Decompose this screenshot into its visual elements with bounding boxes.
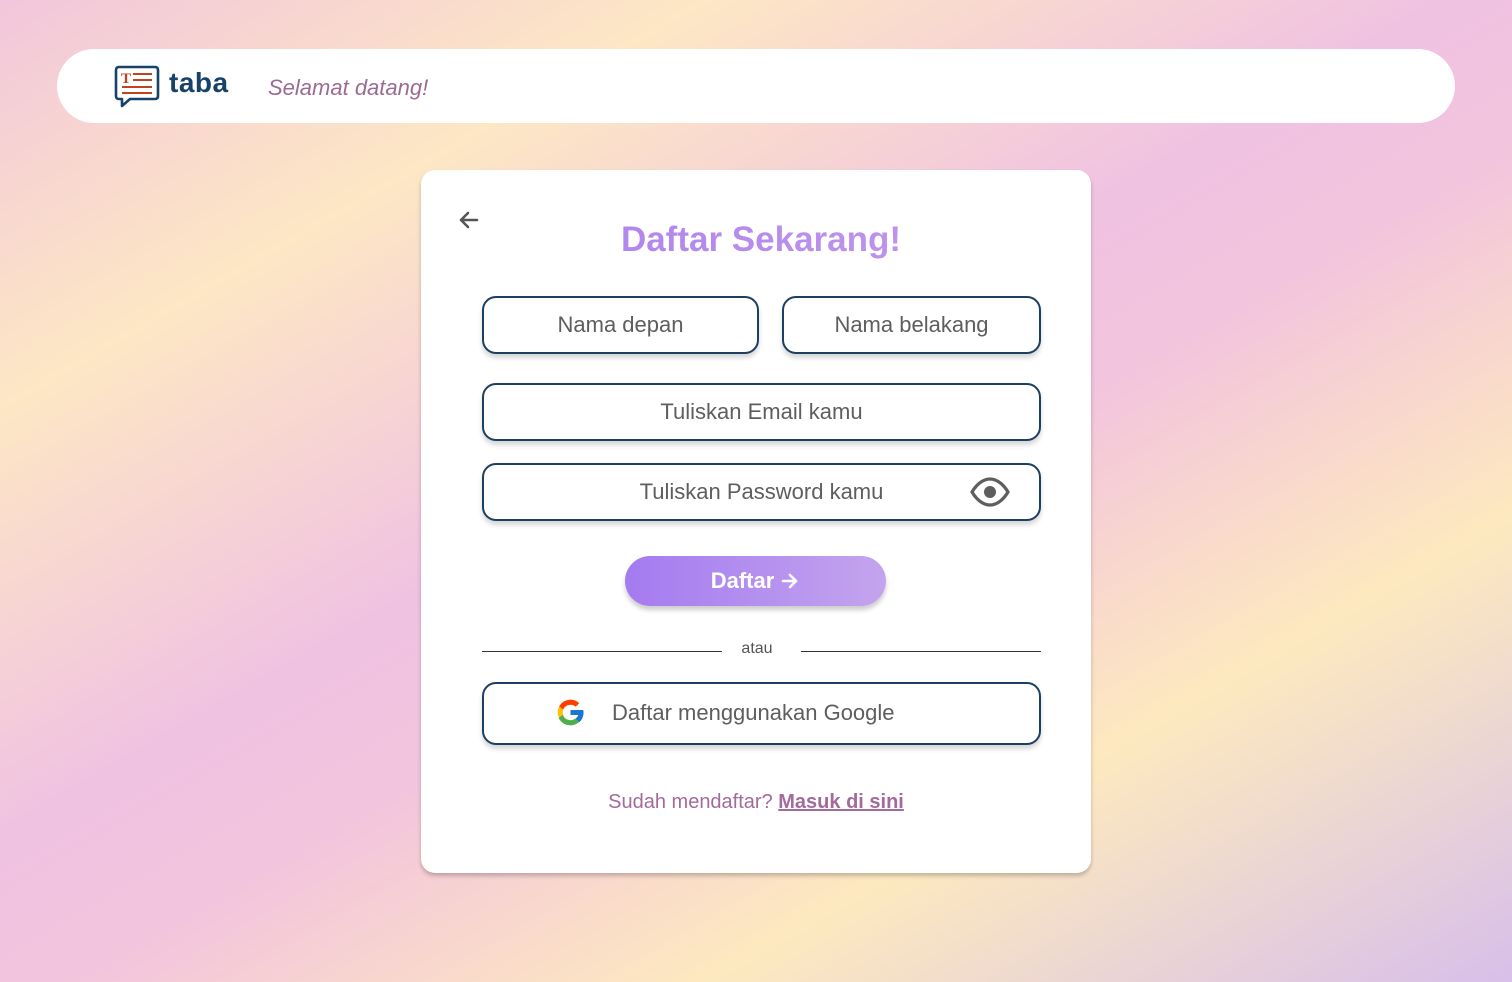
brand-name[interactable]: taba [169, 67, 229, 99]
login-prompt-text: Sudah mendaftar? [608, 791, 773, 813]
taba-logo-icon[interactable]: T [114, 63, 160, 109]
login-prompt: Sudah mendaftar? Masuk di sini [421, 791, 1091, 814]
register-button[interactable]: Daftar [625, 556, 886, 606]
divider-right [801, 651, 1041, 652]
top-header-bar: T taba Selamat datang! [57, 49, 1455, 123]
divider-text: atau [741, 640, 773, 657]
page-title: Daftar Sekarang! [421, 220, 1101, 260]
email-input[interactable] [482, 383, 1041, 441]
first-name-input[interactable] [482, 296, 759, 354]
password-input[interactable] [482, 463, 1041, 521]
divider-left [482, 651, 722, 652]
register-button-label: Daftar [710, 568, 775, 593]
register-card: Daftar Sekarang! Daftar atau Daftar meng… [421, 170, 1091, 873]
google-icon [557, 699, 584, 726]
login-link[interactable]: Masuk di sini [778, 791, 904, 813]
arrow-right-icon [781, 573, 798, 589]
welcome-text: Selamat datang! [268, 75, 429, 100]
google-button-label: Daftar menggunakan Google [612, 700, 895, 725]
svg-text:T: T [121, 71, 131, 87]
eye-icon[interactable] [969, 476, 1011, 508]
last-name-input[interactable] [782, 296, 1041, 354]
google-signup-button[interactable]: Daftar menggunakan Google [482, 682, 1041, 745]
